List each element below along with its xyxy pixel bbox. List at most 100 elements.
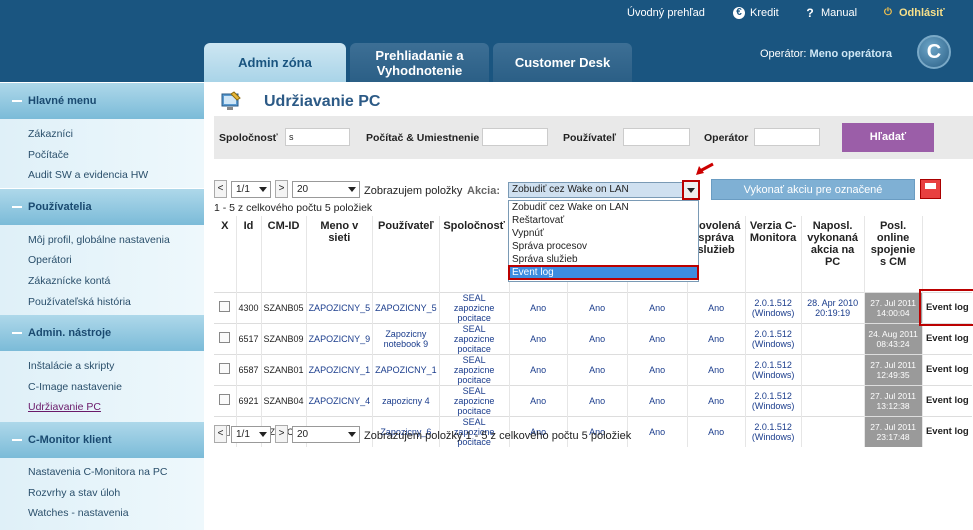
event-log-link[interactable]: Event log [921, 353, 973, 385]
cell-online: 27. Jul 2011 13:12:38 [863, 384, 923, 416]
row-checkbox[interactable] [219, 394, 231, 405]
event-log-link[interactable]: Event log [921, 322, 973, 354]
sidebar-item-installations[interactable]: Inštalácie a skripty [28, 360, 114, 372]
cell-id: 6517 [235, 322, 262, 354]
search-button[interactable]: Hľadať [842, 123, 934, 152]
table-row[interactable]: 4300 SZANB05 ZAPOZICNY_5 ZAPOZICNY_5 SEAL za… [214, 289, 973, 326]
logout-link[interactable]: ⏻ Odhlásiť [882, 7, 945, 19]
credit-link[interactable]: € Kredit [733, 7, 779, 19]
row-checkbox[interactable] [219, 363, 231, 374]
cell-ver: 2.0.1.512 (Windows) [744, 353, 802, 385]
per-page-select-bottom[interactable]: 20 [292, 426, 360, 443]
sidebar-item-pc-maintenance[interactable]: Udržiavanie PC [28, 401, 101, 413]
sidebar-section-admin-tools[interactable]: Admin. nástroje [0, 315, 204, 351]
logo: C [917, 35, 951, 69]
manual-link[interactable]: ? Manual [804, 7, 857, 19]
sidebar-item-customers[interactable]: Zákazníci [28, 128, 73, 140]
sidebar-item-cimage-settings[interactable]: C-Image nastavenie [28, 381, 122, 393]
col-company[interactable]: Spoločnosť [438, 216, 510, 292]
sidebar-item-user-history[interactable]: Používateľská história [28, 296, 131, 308]
row-checkbox[interactable] [219, 332, 231, 343]
col-cm-id[interactable]: CM-ID [260, 216, 307, 292]
action-option-services[interactable]: Správa služieb [509, 253, 698, 266]
row-checkbox-cell [214, 322, 236, 354]
sidebar-item-operators[interactable]: Operátori [28, 254, 72, 266]
cell-company: SEAL zapozicne pocitace [438, 322, 510, 354]
tab-admin-zone[interactable]: Admin zóna [204, 43, 346, 82]
operator-field[interactable] [754, 128, 820, 146]
save-icon[interactable] [920, 179, 941, 199]
next-page-button-bottom[interactable]: > [275, 425, 288, 443]
cell-a3: Ano [626, 291, 688, 323]
tab-customer-desk[interactable]: Customer Desk [493, 43, 632, 82]
col-last-action[interactable]: Naposl. vykonaná akcia na PC [800, 216, 865, 292]
company-label: Spoločnosť [219, 132, 278, 144]
sidebar-item-my-profile[interactable]: Môj profil, globálne nastavenia [28, 234, 170, 246]
cell-user: ZAPOZICNY_5 [372, 291, 440, 323]
execute-action-button[interactable]: Vykonať akciu pre označené [711, 179, 915, 200]
sidebar-item-customer-accounts[interactable]: Zákaznícke kontá [28, 275, 110, 287]
action-option-processes[interactable]: Správa procesov [509, 240, 698, 253]
table-row[interactable]: 6587 SZANB01 ZAPOZICNY_1 ZAPOZICNY_1 SEAL za… [214, 353, 973, 385]
action-option-restart[interactable]: Reštartovať [509, 214, 698, 227]
col-last-online[interactable]: Posl. online spojenie s CM [863, 216, 923, 292]
next-page-button[interactable]: > [275, 180, 288, 198]
bottom-count-text: Zobrazujem položky 1 - 5 z celkového poč… [364, 430, 632, 442]
sidebar-section-users[interactable]: Používatelia [0, 189, 204, 225]
tab-browsing-evaluation[interactable]: Prehliadanie a Vyhodnotenie [350, 43, 489, 82]
action-dropdown-toggle[interactable] [682, 180, 700, 200]
top-bar: Úvodný prehľad € Kredit ? Manual ⏻ Odhlásiť… [0, 0, 973, 82]
row-checkbox-cell [214, 384, 236, 416]
chevron-down-icon [348, 432, 356, 437]
col-event-log [921, 216, 973, 292]
sidebar-item-watches[interactable]: Watches - nastavenia [28, 507, 129, 519]
action-option-event-log[interactable]: Event log [508, 265, 699, 280]
cell-a4: Ano [686, 384, 746, 416]
row-checkbox[interactable] [219, 301, 231, 312]
per-page-select[interactable]: 20 [292, 181, 360, 198]
cell-user: zapozicny 4 [372, 384, 440, 416]
user-field[interactable] [623, 128, 690, 146]
cell-online: 27. Jul 2011 14:00:04 [863, 291, 923, 323]
cell-id: 6921 [235, 384, 262, 416]
sidebar-section-cmonitor-client[interactable]: C-Monitor klient [0, 422, 204, 458]
sidebar-section-main-menu[interactable]: Hlavné menu [0, 83, 204, 119]
cell-user: Zapozicny notebook 9 [372, 322, 440, 354]
cell-cm: SZANB01 [260, 353, 307, 385]
sidebar-item-audit[interactable]: Audit SW a evidencia HW [28, 169, 148, 181]
action-option-wake-on-lan[interactable]: Zobudiť cez Wake on LAN [509, 201, 698, 214]
col-network-name[interactable]: Meno v sieti [305, 216, 373, 292]
cell-id: 4300 [235, 291, 262, 323]
table-row[interactable]: 6517 SZANB09 ZAPOZICNY_9 Zapozicny notebook… [214, 322, 973, 354]
col-user[interactable]: Používateľ [372, 216, 440, 292]
col-cmonitor-version[interactable]: Verzia C-Monitora [744, 216, 802, 292]
col-id[interactable]: Id [235, 216, 262, 292]
event-log-link[interactable]: Event log [921, 415, 973, 447]
col-x[interactable]: X [214, 216, 236, 292]
cell-cm: SZANB05 [260, 291, 307, 323]
cell-a3: Ano [626, 353, 688, 385]
cell-name: ZAPOZICNY_1 [305, 353, 373, 385]
prev-page-button-bottom[interactable]: < [214, 425, 227, 443]
sidebar-item-schedules[interactable]: Rozvrhy a stav úloh [28, 487, 120, 499]
operator-name[interactable]: Meno operátora [810, 48, 893, 60]
event-log-link[interactable]: Event log [919, 289, 973, 326]
overview-link[interactable]: Úvodný prehľad [627, 7, 705, 19]
company-field[interactable]: s [285, 128, 350, 146]
item-count-text: 1 - 5 z celkového počtu 5 položiek [214, 202, 373, 214]
action-option-shutdown[interactable]: Vypnúť [509, 227, 698, 240]
cell-a2: Ano [566, 353, 628, 385]
cell-id: 6587 [235, 353, 262, 385]
computer-field[interactable] [482, 128, 548, 146]
prev-page-button[interactable]: < [214, 180, 227, 198]
cell-company: SEAL zapozicne pocitace [438, 353, 510, 385]
sidebar-item-cmonitor-settings[interactable]: Nastavenia C-Monitora na PC [28, 466, 167, 478]
page-select[interactable]: 1/1 [231, 181, 271, 198]
pointer-arrow-icon [696, 162, 714, 175]
cell-online: 27. Jul 2011 12:49:35 [863, 353, 923, 385]
event-log-link[interactable]: Event log [921, 384, 973, 416]
page-select-bottom[interactable]: 1/1 [231, 426, 271, 443]
sidebar-item-computers[interactable]: Počítače [28, 149, 69, 161]
table-row[interactable]: 6921 SZANB04 ZAPOZICNY_4 zapozicny 4 SEAL za… [214, 384, 973, 416]
action-select[interactable]: Zobudiť cez Wake on LAN [508, 182, 698, 198]
